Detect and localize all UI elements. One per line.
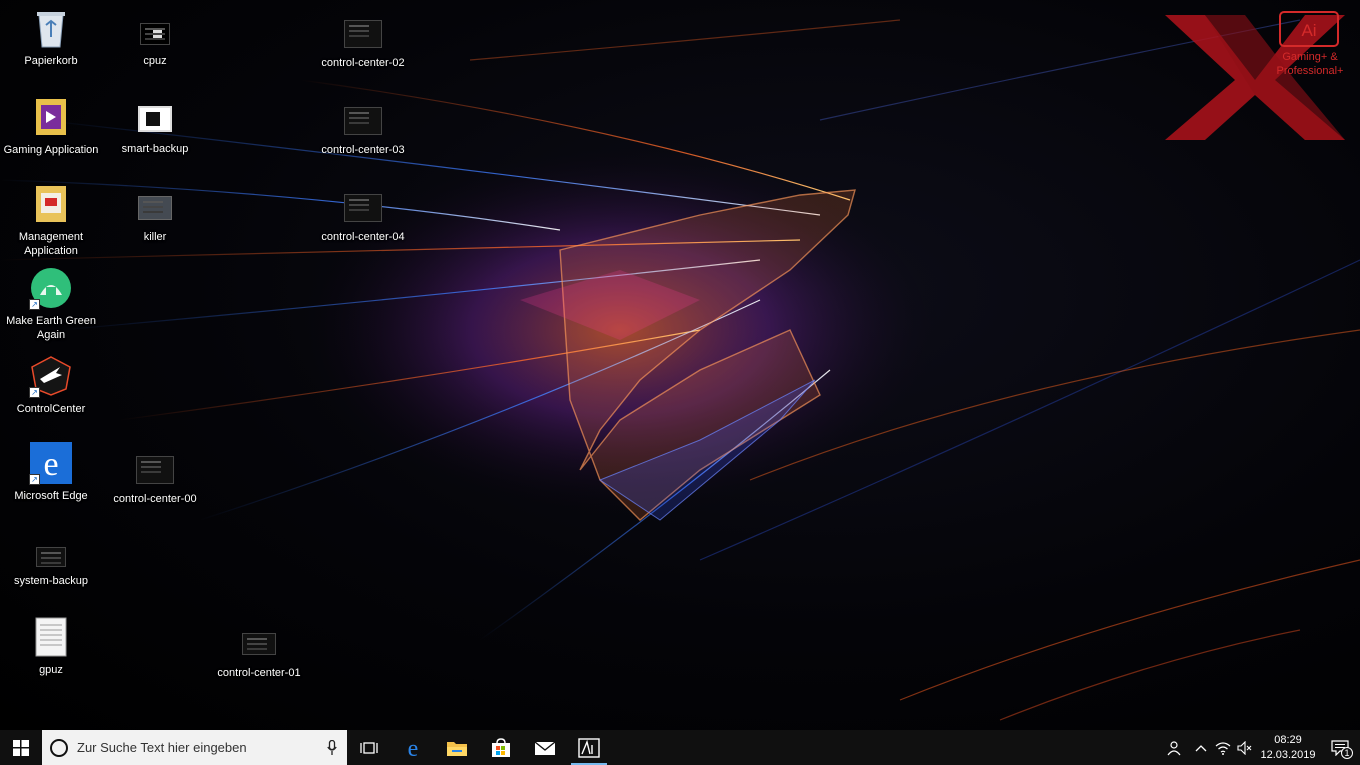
show-hidden-icons-button[interactable] xyxy=(1190,730,1212,765)
desktop-icon-system-backup[interactable]: system-backup xyxy=(1,544,101,588)
desktop-icon-microsoft-edge[interactable]: e ↗ Microsoft Edge xyxy=(1,441,101,503)
clock[interactable]: 08:29 12.03.2019 xyxy=(1256,733,1320,763)
search-box[interactable]: Zur Suche Text hier eingeben xyxy=(42,730,347,765)
start-button[interactable] xyxy=(0,730,42,765)
desktop-icon-label: control-center-02 xyxy=(321,57,405,69)
desktop-icon-gaming-application[interactable]: Gaming Application xyxy=(1,95,101,157)
chevron-up-icon xyxy=(1195,744,1207,751)
desktop-icon-label: gpuz xyxy=(39,664,63,676)
desktop-icon-label: Make Earth Green Again xyxy=(6,315,96,341)
volume-button[interactable] xyxy=(1234,730,1256,765)
desktop-icon-killer[interactable]: killer xyxy=(105,190,205,244)
desktop-icon-cpuz[interactable]: cpuz xyxy=(105,18,205,68)
brand-tagline: Gaming+ & Professional+ xyxy=(1276,51,1344,77)
screenshot-file-icon xyxy=(237,626,281,662)
screenshot-file-icon xyxy=(133,100,177,138)
clock-date: 12.03.2019 xyxy=(1260,748,1316,761)
desktop-icon-label: control-center-03 xyxy=(321,144,405,156)
aorus-eagle-icon: ↗ xyxy=(29,354,73,398)
taskbar-aorus-ai-button[interactable] xyxy=(567,730,611,765)
desktop-icon-label: Management Application xyxy=(18,231,84,257)
shortcut-arrow-icon: ↗ xyxy=(29,387,40,398)
clock-time: 08:29 xyxy=(1274,733,1302,746)
microphone-icon[interactable] xyxy=(317,739,347,756)
desktop-icon-controlcenter[interactable]: ↗ ControlCenter xyxy=(1,354,101,416)
desktop-icon-recycle-bin[interactable]: Papierkorb xyxy=(1,6,101,68)
shortcut-arrow-icon: ↗ xyxy=(29,299,40,310)
earth-green-icon: ↗ xyxy=(29,266,73,310)
screenshot-file-icon xyxy=(341,103,385,139)
desktop-icon-label: smart-backup xyxy=(121,143,189,155)
desktop-icon-management-application[interactable]: Management Application xyxy=(1,182,101,258)
management-application-icon xyxy=(29,182,73,226)
desktop-icon-label: control-center-04 xyxy=(321,231,405,243)
desktop-icon-smart-backup[interactable]: smart-backup xyxy=(105,100,205,156)
taskbar-file-explorer-button[interactable] xyxy=(435,730,479,765)
screenshot-file-icon xyxy=(341,190,385,226)
file-explorer-icon xyxy=(447,741,467,756)
desktop-icon-label: Microsoft Edge xyxy=(14,490,88,502)
mail-icon xyxy=(534,740,556,755)
document-file-icon xyxy=(29,615,73,659)
gaming-application-icon xyxy=(29,95,73,139)
desktop-icon-label: system-backup xyxy=(14,575,88,587)
svg-text:e: e xyxy=(408,737,419,759)
desktop-icon-control-center-02[interactable]: control-center-02 xyxy=(313,16,413,70)
task-view-button[interactable] xyxy=(347,730,391,765)
system-tray: 08:29 12.03.2019 1 xyxy=(1160,730,1360,765)
windows-logo-icon xyxy=(13,739,29,756)
svg-text:e: e xyxy=(43,446,58,483)
brand-badge: Ai xyxy=(1301,21,1316,40)
notification-count-badge: 1 xyxy=(1341,747,1353,759)
edge-icon: e xyxy=(408,737,419,759)
volume-muted-icon xyxy=(1237,740,1252,755)
cortana-icon xyxy=(50,738,68,757)
screenshot-file-icon xyxy=(133,452,177,488)
wifi-icon xyxy=(1215,741,1231,755)
task-view-icon xyxy=(360,741,378,754)
action-center-button[interactable]: 1 xyxy=(1320,730,1360,765)
desktop-icon-label: cpuz xyxy=(143,55,167,67)
desktop-icon-label: killer xyxy=(143,231,167,243)
screenshot-file-icon xyxy=(29,544,73,570)
people-button[interactable] xyxy=(1160,730,1190,765)
network-button[interactable] xyxy=(1212,730,1234,765)
taskbar-store-button[interactable] xyxy=(479,730,523,765)
recycle-bin-icon xyxy=(29,6,73,50)
store-icon xyxy=(492,737,510,757)
screenshot-file-icon xyxy=(133,18,177,50)
shortcut-arrow-icon: ↗ xyxy=(29,474,40,485)
edge-icon: e ↗ xyxy=(29,441,73,485)
taskbar-edge-button[interactable]: e xyxy=(391,730,435,765)
desktop-icon-control-center-03[interactable]: control-center-03 xyxy=(313,103,413,157)
desktop-icon-control-center-01[interactable]: control-center-01 xyxy=(209,626,309,680)
desktop-icon-gpuz[interactable]: gpuz xyxy=(1,615,101,677)
desktop-icon-control-center-04[interactable]: control-center-04 xyxy=(313,190,413,244)
screenshot-file-icon xyxy=(133,190,177,226)
desktop-icon-label: Papierkorb xyxy=(24,55,78,67)
desktop-icon-label: control-center-01 xyxy=(217,667,301,679)
screenshot-file-icon xyxy=(341,16,385,52)
search-placeholder: Zur Suche Text hier eingeben xyxy=(77,740,247,755)
desktop-icon-label: control-center-00 xyxy=(113,493,197,505)
taskbar-mail-button[interactable] xyxy=(523,730,567,765)
people-icon xyxy=(1167,740,1181,755)
taskbar: Zur Suche Text hier eingeben e 08:29 12.… xyxy=(0,730,1360,765)
desktop-icon-label: ControlCenter xyxy=(16,403,86,415)
desktop-icon-label: Gaming Application xyxy=(3,144,99,156)
desktop-icon-make-earth-green-again[interactable]: ↗ Make Earth Green Again xyxy=(1,266,101,342)
desktop-icon-control-center-00[interactable]: control-center-00 xyxy=(105,452,205,506)
aorus-ai-icon xyxy=(578,737,600,758)
